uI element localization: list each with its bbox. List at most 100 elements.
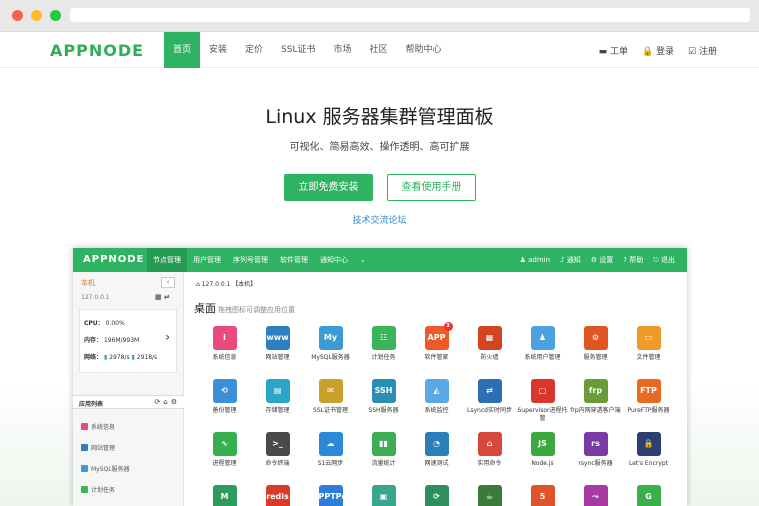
app-tile[interactable]: ⚙ 服务管理	[569, 326, 622, 362]
panel-menu-item[interactable]: 节点管理	[147, 248, 187, 272]
home-icon[interactable]: ⌂	[196, 281, 200, 288]
sidebar-app-item[interactable]: 网站管理	[81, 443, 115, 452]
app-tile[interactable]: ☷ 计划任务	[357, 326, 410, 362]
app-tile-icon: redis	[265, 485, 290, 506]
app-tile[interactable]: ⟲ 备份管理	[198, 379, 251, 415]
app-tile-icon: ▭	[636, 326, 661, 350]
app-tile-icon: ☁	[318, 432, 343, 456]
maximize-window-icon[interactable]	[50, 10, 61, 21]
app-tile[interactable]: ⇄ Lsyncd实时同步	[463, 379, 516, 415]
chevron-down-icon[interactable]: ⌄	[354, 248, 372, 272]
app-tile-icon: ⌂	[477, 432, 502, 456]
sidebar-app-label: 网站管理	[91, 445, 116, 452]
nav-item[interactable]: 帮助中心	[397, 32, 451, 68]
switch-icon[interactable]: ⇌	[164, 293, 170, 301]
app-tile-icon: ◔	[424, 432, 449, 456]
app-tile[interactable]: i 系统信息	[198, 326, 251, 362]
nav-item[interactable]: 安装	[200, 32, 236, 68]
app-tile[interactable]: M	[198, 485, 251, 506]
panel-logo[interactable]: APPNODE	[83, 254, 144, 265]
sidebar-app-label: 系统信息	[91, 424, 116, 431]
panel-help-link[interactable]: ? 帮助	[623, 255, 643, 265]
app-tile-label: MySQL服务器	[311, 354, 350, 361]
app-tile[interactable]: ☁ S1云网步	[304, 432, 357, 468]
app-tile[interactable]: ▣	[357, 485, 410, 506]
minimize-window-icon[interactable]	[31, 10, 42, 21]
logout-icon: ⎋	[653, 256, 661, 264]
app-tile[interactable]: ▮▮ 流量统计	[357, 432, 410, 468]
register-link[interactable]: ☑ 注册	[688, 44, 717, 57]
app-tile[interactable]: G	[622, 485, 675, 506]
sidebar-app-item[interactable]: 系统信息	[81, 422, 115, 431]
forum-link[interactable]: 技术交流论坛	[0, 213, 759, 226]
app-tile[interactable]: www 网站管理	[251, 326, 304, 362]
panel-menu-item[interactable]: 通知中心	[314, 248, 354, 272]
gear-icon[interactable]: ⚙	[171, 398, 180, 406]
app-tile[interactable]: ▢ Supervisor进程托管	[516, 379, 569, 423]
nav-item[interactable]: 首页	[164, 32, 201, 68]
login-link[interactable]: 🔒 登录	[642, 44, 674, 57]
panel-menu-item[interactable]: 序列号管理	[227, 248, 274, 272]
app-tile[interactable]: PPTPd	[304, 485, 357, 506]
refresh-icon[interactable]: ⟳	[154, 398, 163, 406]
app-tile[interactable]: ▤ 存储管理	[251, 379, 304, 415]
panel-menu-right-label: 帮助	[629, 256, 644, 264]
sidebar-app-item[interactable]: MySQL服务器	[81, 464, 130, 473]
desktop-title-label: 桌面	[194, 302, 216, 315]
app-tile[interactable]: 🔒 Let's Encrypt	[622, 432, 675, 468]
panel-bell-link[interactable]: ♪ 通知	[560, 255, 581, 265]
app-tile[interactable]: ✉ SSL证书管理	[304, 379, 357, 415]
bell-icon: ♪	[560, 256, 567, 264]
app-tile[interactable]: ⤳	[569, 485, 622, 506]
app-tile[interactable]: ▦ 防火墙	[463, 326, 516, 362]
app-tile-label: S1云网步	[317, 460, 344, 467]
app-icon	[81, 423, 88, 430]
panel-gear-link[interactable]: ⚙ 设置	[591, 255, 614, 265]
app-tile[interactable]: ♟ 系统用户管理	[516, 326, 569, 362]
app-tile-label: 命令终端	[265, 460, 290, 467]
chevron-right-icon[interactable]: ›	[165, 330, 170, 344]
app-icon	[81, 444, 88, 451]
app-tile[interactable]: ⌂ 实用命令	[463, 432, 516, 468]
panel-menu-item[interactable]: 用户管理	[187, 248, 227, 272]
app-tile[interactable]: ∿ 进程管理	[198, 432, 251, 468]
home-icon[interactable]: ⌂	[163, 398, 170, 406]
manual-button[interactable]: 查看使用手册	[387, 174, 476, 201]
app-tile-icon: SSH	[371, 379, 396, 403]
site-logo[interactable]: APPNODE	[50, 41, 144, 60]
app-tile[interactable]: ☕	[463, 485, 516, 506]
app-tile[interactable]: ⟳	[410, 485, 463, 506]
app-tile[interactable]: >_ 命令终端	[251, 432, 304, 468]
nav-item[interactable]: 市场	[325, 32, 361, 68]
panel-user-link[interactable]: ♟ admin	[520, 256, 550, 264]
back-button[interactable]: ‹	[161, 277, 175, 288]
close-window-icon[interactable]	[12, 10, 23, 21]
nav-item[interactable]: 定价	[236, 32, 272, 68]
app-tile[interactable]: SSH SSH服务器	[357, 379, 410, 415]
app-tile-icon: ▦	[477, 326, 502, 350]
app-tile[interactable]: ▭ 文件管理	[622, 326, 675, 362]
address-bar[interactable]	[70, 8, 750, 22]
app-tile[interactable]: 5	[516, 485, 569, 506]
sidebar-app-item[interactable]: 计划任务	[81, 485, 115, 494]
app-tile[interactable]: JS Node.js	[516, 432, 569, 468]
nav-item[interactable]: 社区	[361, 32, 397, 68]
app-tile[interactable]: rs rsync服务器	[569, 432, 622, 468]
sidebar-app-label: 计划任务	[91, 487, 116, 494]
app-tile[interactable]: frp frp内网穿透客户端	[569, 379, 622, 415]
app-tile[interactable]: My MySQL服务器	[304, 326, 357, 362]
calendar-icon[interactable]: ▦	[155, 293, 162, 301]
app-tile[interactable]: APP 3 软件管家	[410, 322, 463, 362]
app-tile[interactable]: FTP PureFTP服务器	[622, 379, 675, 415]
nav-item[interactable]: SSL证书	[272, 32, 324, 68]
panel-menu-item[interactable]: 软件管理	[274, 248, 314, 272]
install-button[interactable]: 立即免费安装	[284, 174, 373, 201]
app-tile[interactable]: ◭ 系统监控	[410, 379, 463, 415]
header-actions: ▬ 工单 🔒 登录 ☑ 注册	[599, 32, 717, 68]
panel-logout-link[interactable]: ⎋ 退出	[653, 255, 675, 265]
hero-subtitle: 可视化、简易高效、操作透明、高可扩展	[289, 142, 470, 153]
ticket-link[interactable]: ▬ 工单	[599, 44, 628, 57]
app-tile[interactable]: ◔ 网速测试	[410, 432, 463, 468]
app-tile-label: 备份管理	[212, 407, 237, 414]
app-tile[interactable]: redis	[251, 485, 304, 506]
